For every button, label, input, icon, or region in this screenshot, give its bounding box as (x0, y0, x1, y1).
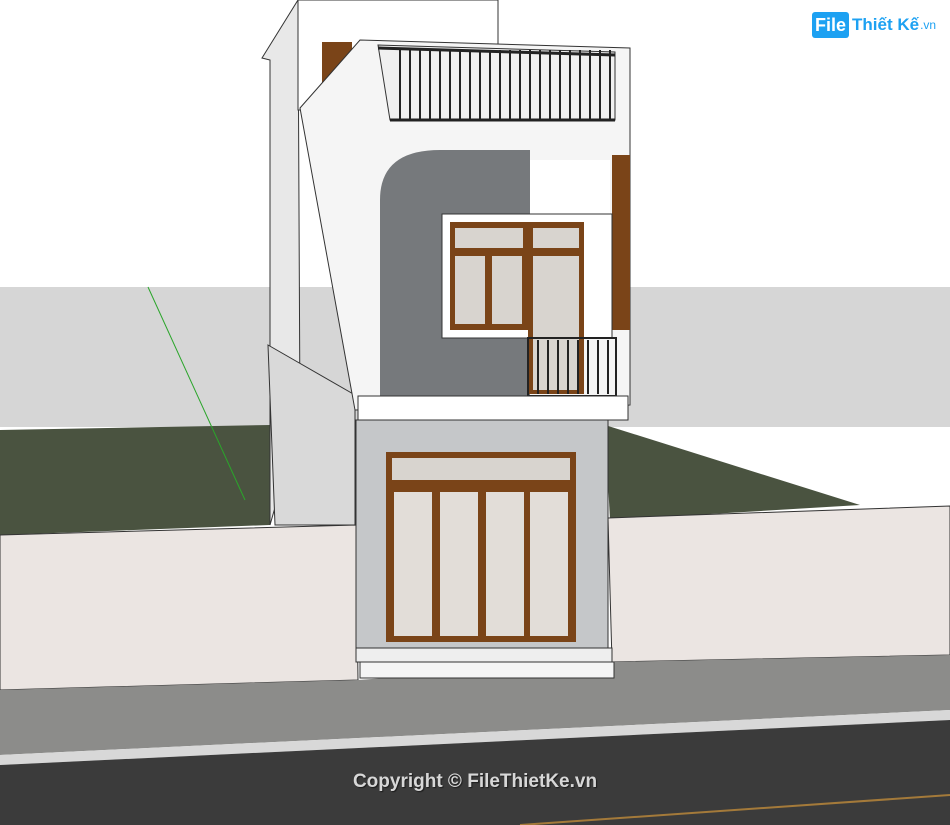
front-step-upper (355, 647, 613, 663)
front-door-panel-1 (394, 492, 432, 636)
floor-slab (357, 395, 629, 421)
logo-word: Thiết Kế (852, 15, 920, 34)
fence-right (607, 505, 950, 663)
front-door-transom (392, 458, 570, 480)
copyright-watermark: Copyright © FileThietKe.vn (352, 771, 598, 792)
lawn-left (0, 425, 270, 535)
front-door-panel-4 (530, 492, 568, 636)
upper-window-left-pane-1 (455, 256, 485, 324)
lawn-right (605, 425, 860, 520)
upper-balcony-door-transom (533, 228, 579, 248)
house-render (0, 0, 950, 825)
front-step-lower (359, 661, 615, 679)
upper-balcony-door-pane (533, 256, 579, 390)
upper-window-left-pane-2 (492, 256, 522, 324)
render-canvas: File Thiết Kế .vn Copyright © FileThietK… (0, 0, 950, 825)
upper-window-left-transom (455, 228, 523, 248)
front-door-panel-3 (486, 492, 524, 636)
watermark-logo: File Thiết Kế .vn (812, 12, 936, 38)
front-door-panel-2 (440, 492, 478, 636)
logo-mark: File (812, 12, 850, 38)
side-wood-strip (612, 155, 630, 330)
logo-tld: .vn (920, 18, 937, 32)
recessed-white-panel (530, 160, 610, 220)
fence-left (0, 524, 359, 691)
